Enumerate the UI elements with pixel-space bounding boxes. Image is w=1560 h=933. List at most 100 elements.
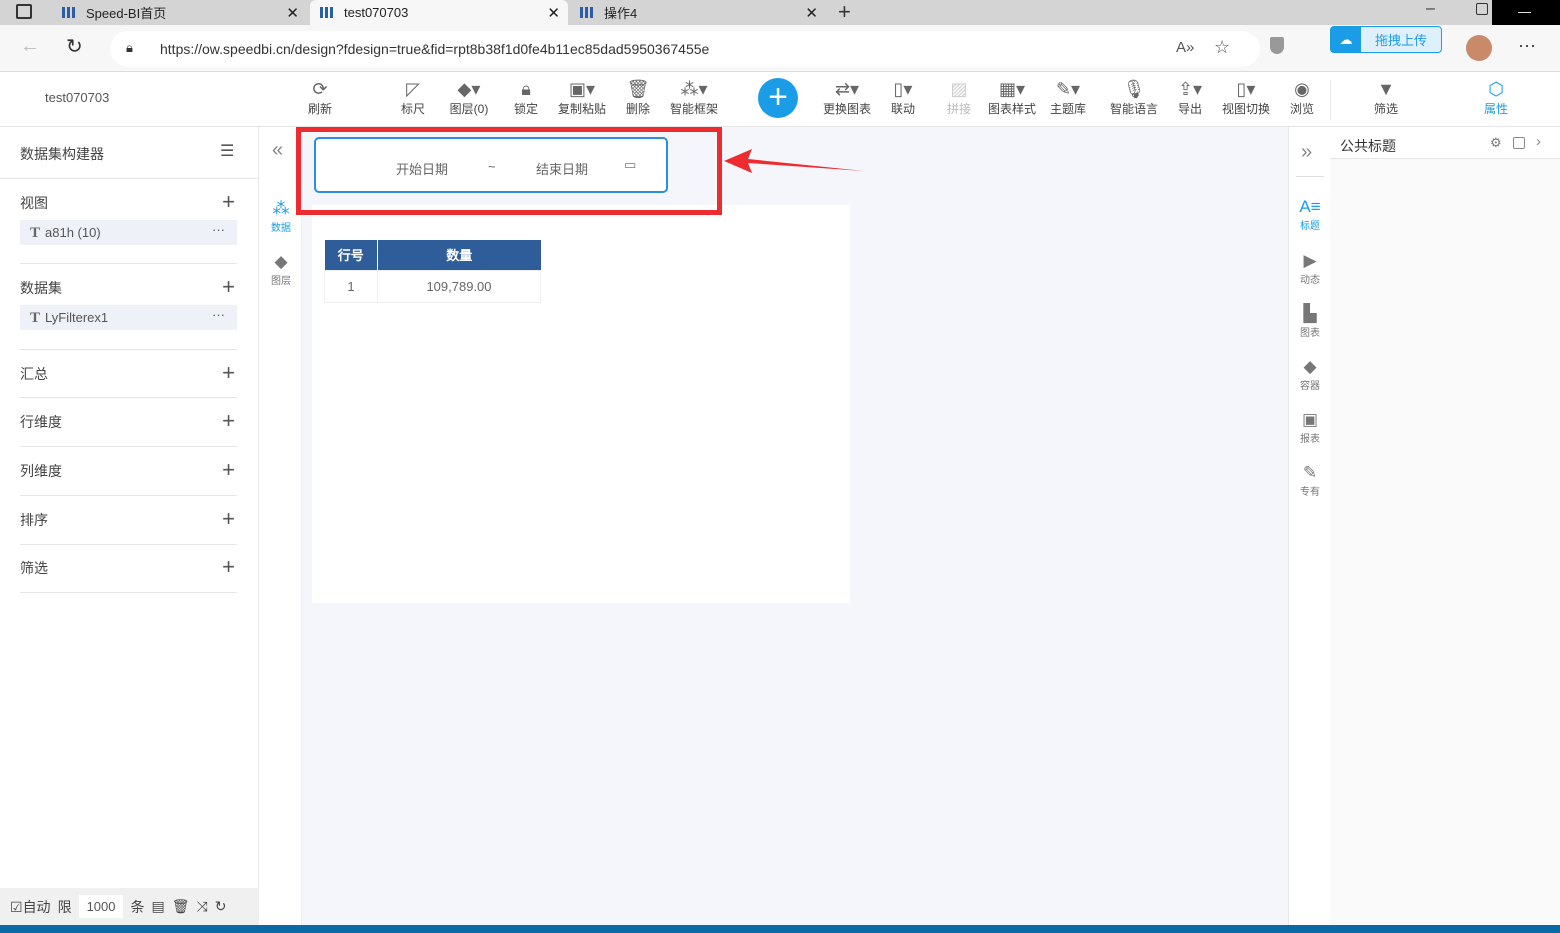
filter-button[interactable]: ▼ 筛选 — [1351, 78, 1421, 117]
add-summary-button[interactable]: + — [222, 360, 235, 386]
unit-label: 条 — [130, 898, 145, 915]
start-date-input[interactable]: 开始日期 — [396, 159, 448, 178]
refresh-button[interactable]: ⟳ 刷新 — [285, 78, 355, 117]
end-date-input[interactable]: 结束日期 — [536, 159, 588, 178]
rail-layers[interactable]: ◆ 图层 — [260, 252, 302, 287]
label: 列维度 — [20, 463, 62, 479]
favorite-icon[interactable]: ☆ — [1214, 37, 1230, 58]
rail-report[interactable]: ▣ 报表 — [1289, 410, 1331, 445]
theme-library-button[interactable]: ✎▾ 主题库 — [1033, 78, 1103, 117]
new-tab-button[interactable]: + — [838, 0, 851, 24]
reload-icon[interactable]: ↻ — [66, 34, 83, 59]
tab-label: 操作4 — [604, 6, 638, 21]
hexagon-icon: ⬡ — [1488, 79, 1504, 99]
speedbi-icon — [62, 7, 76, 18]
text-type-icon: T — [30, 310, 41, 326]
checkbox[interactable] — [1513, 137, 1525, 149]
speedbi-icon — [580, 7, 594, 18]
label: 图层 — [271, 276, 291, 287]
edit-frame-icon: ✎ — [1302, 463, 1318, 482]
query-options-bar: ☑自动 限 1000 条 ▤ 🗑︎ ⤨ ↻ — [0, 888, 259, 925]
rail-container[interactable]: ◆ 容器 — [1289, 357, 1331, 392]
date-range-filter[interactable]: 开始日期 ~ 结束日期 ▭ — [314, 137, 668, 193]
tab-test070703[interactable]: test070703 ✕ — [310, 0, 568, 25]
shield-icon[interactable] — [1270, 37, 1284, 54]
header-quantity: 数量 — [377, 240, 541, 270]
label: 行维度 — [20, 414, 62, 430]
label: 智能框架 — [669, 102, 718, 116]
label: 删除 — [625, 102, 650, 116]
smart-frame-button[interactable]: ⁂▾ 智能框架 — [659, 78, 729, 117]
eye-icon: ◉ — [1294, 79, 1310, 99]
add-view-button[interactable]: + — [222, 189, 235, 215]
url-field[interactable]: 🔒︎ https://ow.speedbi.cn/design?fdesign=… — [110, 31, 1260, 67]
add-sort-button[interactable]: + — [222, 506, 235, 532]
sql-icon[interactable]: ▤ — [151, 898, 164, 915]
trash-icon[interactable]: 🗑︎ — [172, 898, 190, 915]
limit-input[interactable]: 1000 — [78, 895, 124, 918]
minimize-button[interactable]: – — [1426, 0, 1435, 18]
view-item[interactable]: Ta81h (10) ··· — [20, 220, 237, 245]
cell: 1 — [324, 269, 378, 303]
url-text[interactable]: https://ow.speedbi.cn/design?fdesign=tru… — [160, 41, 709, 57]
close-tab-icon[interactable]: ✕ — [547, 4, 560, 22]
calendar-icon[interactable]: ▭ — [624, 157, 636, 173]
shuffle-icon[interactable]: ⤨ — [197, 898, 208, 915]
tab-speedbi-home[interactable]: Speed-BI首页 ✕ — [52, 0, 307, 25]
video-icon: ▶ — [1303, 251, 1317, 270]
collapse-menu-icon[interactable]: ☰ — [220, 141, 234, 161]
tab-label: test070703 — [344, 5, 409, 20]
collapse-left-icon[interactable]: « — [272, 139, 283, 162]
divider — [20, 263, 237, 264]
read-aloud-icon[interactable]: A» — [1176, 39, 1194, 56]
label: 图层(0) — [449, 102, 489, 116]
label: 自动 — [22, 898, 51, 915]
label: 筛选 — [1373, 102, 1398, 116]
properties-button[interactable]: ⬡ 属性 — [1461, 78, 1531, 117]
close-tab-icon[interactable]: ✕ — [286, 4, 299, 22]
panel-header: 公共标题 ⚙ › — [1330, 127, 1560, 159]
divider — [1330, 80, 1331, 120]
expand-right-icon[interactable]: » — [1301, 141, 1312, 164]
label: 更换图表 — [822, 102, 871, 116]
preview-button[interactable]: ◉ 浏览 — [1267, 78, 1337, 117]
upload-widget[interactable]: ☁ 拖拽上传 — [1330, 26, 1442, 53]
section-sort: 排序 + — [20, 506, 237, 531]
add-row-dimension-button[interactable]: + — [222, 408, 235, 434]
right-icon-rail: » A≡ 标题 ▶ 动态 ▙ 图表 ◆ 容器 ▣ 报表 ✎ 专有 — [1288, 127, 1330, 925]
label: 标题 — [1300, 221, 1320, 232]
label: 动态 — [1300, 275, 1320, 286]
os-taskbar — [0, 925, 1560, 933]
data-table: 行号 数量 1 109,789.00 — [324, 240, 541, 303]
add-dataset-button[interactable]: + — [222, 274, 235, 300]
tab-actions-icon[interactable] — [16, 4, 32, 19]
label: 图表 — [1300, 328, 1320, 339]
more-icon[interactable]: ··· — [1518, 35, 1536, 56]
restore-button[interactable] — [1476, 3, 1488, 15]
lock-icon: 🔒︎ — [126, 40, 133, 55]
more-icon[interactable]: ··· — [212, 217, 225, 242]
theme-brush-icon: ✎▾ — [1055, 79, 1081, 99]
tab-operation4[interactable]: 操作4 ✕ — [570, 0, 826, 25]
profile-avatar[interactable] — [1466, 35, 1492, 61]
chevron-right-icon[interactable]: › — [1536, 133, 1541, 150]
rail-animation[interactable]: ▶ 动态 — [1289, 251, 1331, 286]
section-row-dimension: 行维度 + — [20, 408, 237, 433]
more-icon[interactable]: ··· — [212, 302, 225, 327]
rail-title[interactable]: A≡ 标题 — [1289, 197, 1331, 232]
back-icon[interactable]: ← — [20, 35, 40, 58]
refresh-icon[interactable]: ↻ — [215, 898, 227, 915]
add-column-dimension-button[interactable]: + — [222, 457, 235, 483]
rail-chart[interactable]: ▙ 图表 — [1289, 304, 1331, 339]
rail-exclusive[interactable]: ✎ 专有 — [1289, 463, 1331, 498]
add-filter-button[interactable]: + — [222, 554, 235, 580]
auto-checkbox[interactable]: ☑自动 — [10, 897, 51, 917]
add-component-button[interactable]: + — [758, 78, 798, 118]
dataset-item[interactable]: T LyFilterex1 ··· — [20, 305, 237, 330]
close-tab-icon[interactable]: ✕ — [805, 4, 818, 22]
gear-icon[interactable]: ⚙ — [1490, 135, 1502, 151]
properties-panel: 公共标题 ⚙ › — [1330, 127, 1560, 925]
browser-tab-bar: Speed-BI首页 ✕ test070703 ✕ 操作4 ✕ + – — — [0, 0, 1560, 35]
tab-label: Speed-BI首页 — [86, 6, 167, 21]
cell: 109,789.00 — [377, 269, 541, 303]
